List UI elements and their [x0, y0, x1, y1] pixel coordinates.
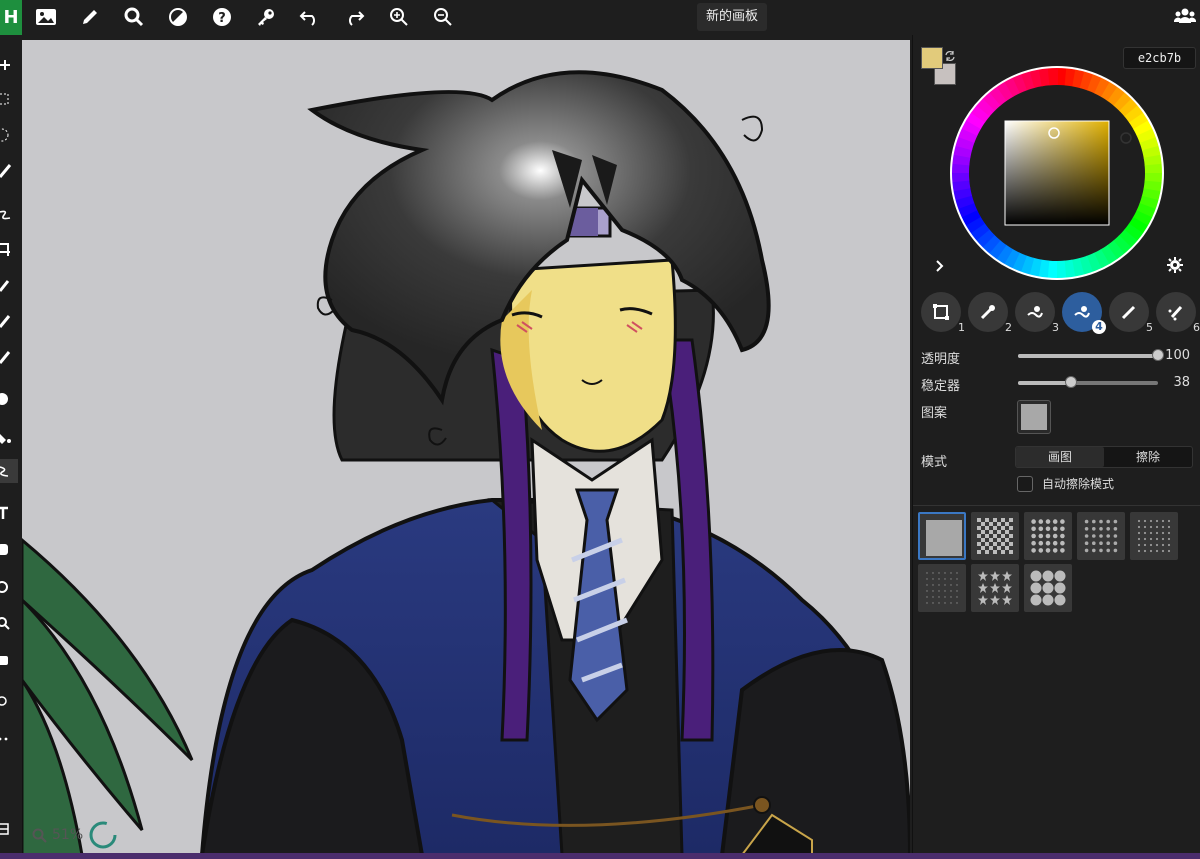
bottom-border	[0, 853, 1200, 859]
comment-tool-icon[interactable]	[0, 649, 18, 673]
undo-icon[interactable]	[296, 4, 324, 30]
hand-tool-icon[interactable]	[0, 537, 18, 561]
auto-erase-label: 自动擦除模式	[1042, 477, 1115, 491]
zoom-level: 51%	[52, 827, 84, 843]
progress-ring-icon	[89, 821, 117, 849]
opacity-slider[interactable]	[1018, 349, 1164, 361]
mode-label: 模式	[921, 455, 948, 470]
contrast-icon[interactable]	[164, 4, 192, 30]
move-tool-icon[interactable]	[0, 53, 18, 77]
brush-preset-1[interactable]: 1	[921, 292, 965, 334]
pen-bounding-icon	[933, 304, 949, 320]
pattern-preset-dots-small[interactable]	[1130, 512, 1178, 560]
search-icon[interactable]	[120, 4, 148, 30]
tool-panel: e2cb7b 123456 透明度 100 稳定器 38 图案 模式 画图 擦除…	[912, 35, 1200, 853]
layers-icon[interactable]	[0, 817, 18, 841]
auto-erase-checkbox[interactable]	[1017, 475, 1033, 492]
settings-gear-icon[interactable]	[1167, 257, 1183, 277]
curve-tool-icon[interactable]	[0, 203, 18, 227]
brush-number: 2	[1005, 321, 1012, 334]
stabilizer-value: 38	[1173, 375, 1190, 390]
brush-number: 1	[958, 321, 965, 334]
pen-tool-icon[interactable]	[0, 159, 18, 183]
document-title[interactable]: 新的画板	[697, 3, 768, 31]
mode-erase-button[interactable]: 擦除	[1104, 447, 1192, 467]
mode-draw-button[interactable]: 画图	[1016, 447, 1104, 467]
key-icon[interactable]	[252, 4, 280, 30]
pattern-preset-circles[interactable]	[1024, 564, 1072, 612]
pattern-preset-stars[interactable]	[971, 564, 1019, 612]
brush-preset-4[interactable]: 4	[1062, 292, 1106, 334]
image-icon[interactable]	[32, 4, 60, 30]
eyedropper-icon	[980, 305, 995, 320]
zoom-in-icon[interactable]	[385, 4, 413, 30]
help-icon[interactable]: ?	[208, 4, 236, 30]
opacity-label: 透明度	[921, 352, 961, 367]
hue-segment	[1144, 163, 1163, 175]
rotate-tool-icon[interactable]	[0, 575, 18, 599]
more-tools-icon[interactable]	[0, 727, 18, 751]
text-tool-icon[interactable]	[0, 501, 18, 525]
brush-preset-5[interactable]: 5	[1109, 292, 1153, 334]
crop-tool-icon[interactable]	[0, 237, 18, 261]
drawing-canvas[interactable]	[22, 40, 910, 855]
brush-preset-2[interactable]: 2	[968, 292, 1012, 334]
pattern-selector[interactable]	[1017, 400, 1051, 434]
splatter-brush-icon	[1168, 305, 1183, 321]
rect-select-icon[interactable]	[0, 87, 18, 111]
left-toolbar	[0, 35, 22, 859]
magnifier-icon	[32, 828, 47, 843]
blend-tool-icon[interactable]	[0, 459, 18, 483]
pattern-preset-dots-large[interactable]	[1024, 512, 1072, 560]
zoom-tool-icon[interactable]	[0, 611, 18, 635]
hue-segment	[1047, 67, 1059, 86]
brush-number: 4	[1092, 320, 1106, 334]
blend-brush-icon	[1074, 306, 1090, 318]
top-toolbar: H ? 新的画板	[0, 0, 1200, 35]
brush-preset-6[interactable]: 6	[1156, 292, 1200, 334]
hue-segment	[1055, 260, 1067, 279]
share-tool-icon[interactable]	[0, 689, 18, 713]
app-logo[interactable]: H	[0, 0, 22, 35]
hue-segment	[951, 171, 970, 183]
eyedropper-tool-icon[interactable]	[0, 273, 18, 297]
color-wheel[interactable]	[949, 65, 1165, 281]
primary-color-swatch[interactable]	[921, 47, 943, 69]
brush-preset-3[interactable]: 3	[1015, 292, 1059, 334]
auto-erase-row: 自动擦除模式	[1017, 475, 1114, 492]
pattern-preset-solid[interactable]	[918, 512, 966, 560]
stabilizer-label: 稳定器	[921, 379, 961, 394]
mode-toggle: 画图 擦除	[1015, 446, 1193, 468]
pattern-preset-dots-medium[interactable]	[1077, 512, 1125, 560]
pattern-label: 图案	[921, 406, 948, 421]
zoom-out-icon[interactable]	[429, 4, 457, 30]
collaborators-icon[interactable]	[1173, 6, 1197, 30]
opacity-value: 100	[1165, 348, 1190, 363]
pattern-preset-checker[interactable]	[971, 512, 1019, 560]
brush-tool-icon[interactable]	[0, 309, 18, 333]
fill-tool-icon[interactable]	[0, 425, 18, 449]
blend-brush-icon	[1027, 306, 1043, 318]
brush-number: 6	[1193, 321, 1200, 334]
marker-tool-icon[interactable]	[0, 345, 18, 369]
expand-arrow-icon[interactable]	[935, 257, 945, 276]
redo-icon[interactable]	[340, 4, 368, 30]
pencil-icon[interactable]	[76, 4, 104, 30]
brush-number: 3	[1052, 321, 1059, 334]
swap-colors-icon[interactable]	[944, 47, 956, 66]
divider	[913, 505, 1200, 506]
brush-icon	[1121, 305, 1136, 320]
artwork-illustration	[22, 70, 910, 855]
brush-number: 5	[1146, 321, 1153, 334]
pattern-preset-dots-tiny[interactable]	[918, 564, 966, 612]
zoom-indicator[interactable]: 51%	[32, 820, 118, 850]
lasso-select-icon[interactable]	[0, 123, 18, 147]
smudge-tool-icon[interactable]	[0, 387, 18, 411]
svg-text:?: ?	[218, 11, 226, 26]
stabilizer-slider[interactable]	[1018, 376, 1158, 388]
